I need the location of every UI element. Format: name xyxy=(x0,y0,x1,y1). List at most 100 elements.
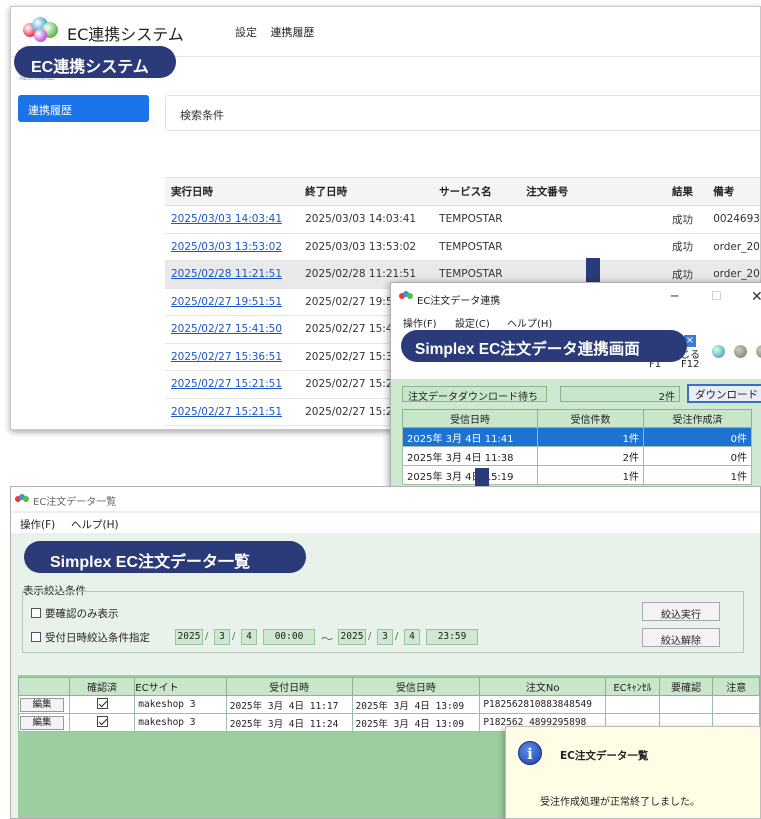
ec-order-link-window: EC注文データ連携 ─ ☐ ✕ 操作(F) 設定(C) ヘルプ(H) × じる … xyxy=(390,282,761,492)
date-sep: / xyxy=(205,631,209,642)
table-cell: 2025/03/03 14:03:41 xyxy=(299,205,434,234)
column-header: 実行日時 xyxy=(165,177,300,206)
to-time-input[interactable]: 23:59 xyxy=(426,629,478,645)
table-cell: 1件 xyxy=(537,465,644,485)
info-icon: i xyxy=(518,741,542,765)
execution-date-link[interactable]: 2025/03/03 14:03:41 xyxy=(171,213,282,225)
nav-settings[interactable]: 設定 xyxy=(235,26,257,39)
table-cell: 2025/02/27 15:36:51 xyxy=(165,343,300,371)
table-cell: 2025年 3月 4日 11:17 xyxy=(225,695,353,714)
table-cell: 0件 xyxy=(643,427,752,447)
web-nav: 設定 連携履歴 xyxy=(235,24,325,40)
dialog-title: EC注文データ一覧 xyxy=(560,750,649,762)
table-row: 2025/03/03 13:53:02 2025/03/03 13:53:02 TE… xyxy=(165,233,760,261)
table-row[interactable]: 2025年 3月 4日 11:41 1件 0件 xyxy=(402,427,752,447)
column-header: 受信日時 xyxy=(402,409,538,428)
menu-help[interactable]: ヘルプ(H) xyxy=(71,517,119,532)
to-month-input[interactable]: 3 xyxy=(377,629,393,645)
table-cell: 2025年 3月 4日 11:38 xyxy=(402,446,538,466)
empty-cell xyxy=(658,695,714,714)
status-lamp-icon xyxy=(712,345,725,358)
unconfirmed-only-checkbox[interactable]: 要確認のみ表示 xyxy=(31,606,119,621)
table-cell: makeshop 3 xyxy=(134,695,227,714)
table-cell: 2025/03/03 14:03:41 xyxy=(165,205,300,234)
table-cell: 2025年 3月 4日 11:41 xyxy=(402,427,538,447)
order-list-table: 確認済 ECサイト 受付日時 受信日時 注文No ECｷｬﾝｾﾙ 要確認 注意 編集 makes… xyxy=(18,677,760,732)
edit-button[interactable]: 編集 xyxy=(20,697,64,712)
table-row[interactable]: 2025年 3月 4日 15:19 1件 1件 xyxy=(402,465,752,485)
fkey-f12: F12 xyxy=(681,359,700,370)
from-day-input[interactable]: 4 xyxy=(241,629,257,645)
empty-cell xyxy=(605,695,660,714)
status-count: 2件 xyxy=(560,386,680,403)
empty-cell xyxy=(712,695,760,714)
column-header: 確認済 xyxy=(68,677,136,696)
confirmed-checkbox[interactable] xyxy=(96,698,108,709)
table-cell: 2025/02/27 19:51:51 xyxy=(165,288,300,316)
list-window-titlebar: EC注文データ一覧 xyxy=(11,487,760,511)
status-label: 注文データダウンロード待ち xyxy=(402,386,547,403)
confirmed-checkbox[interactable] xyxy=(96,716,108,727)
app-logo-icon xyxy=(23,17,63,43)
received-date-filter-checkbox[interactable]: 受付日時絞込条件指定 xyxy=(31,630,150,645)
table-row[interactable]: 2025年 3月 4日 11:38 2件 0件 xyxy=(402,446,752,466)
table-cell: 2025/02/27 15:41:50 xyxy=(165,315,300,344)
column-header xyxy=(18,677,70,696)
app-logo-icon xyxy=(399,291,413,299)
table-cell: 成功 xyxy=(665,205,708,234)
list-menu-bar: 操作(F) ヘルプ(H) xyxy=(11,513,760,533)
column-header: 注意 xyxy=(712,677,760,696)
filter-apply-button[interactable]: 絞込実行 xyxy=(642,602,720,621)
execution-date-link[interactable]: 2025/02/27 15:36:51 xyxy=(171,351,282,363)
minimize-icon[interactable]: ─ xyxy=(671,289,678,303)
table-cell: 0024693 xyxy=(707,205,760,234)
column-header: 注文番号 xyxy=(520,177,666,206)
execution-date-link[interactable]: 2025/02/28 11:21:51 xyxy=(171,268,282,280)
from-month-input[interactable]: 3 xyxy=(214,629,230,645)
table-cell: 2025年 3月 4日 13:09 xyxy=(351,713,481,732)
to-year-input[interactable]: 2025 xyxy=(338,629,366,645)
link-window-titlebar: EC注文データ連携 ─ ☐ ✕ xyxy=(391,283,761,311)
table-cell: 2025/03/03 13:53:02 xyxy=(299,233,434,261)
receive-table: 受信日時 受信件数 受注作成済 2025年 3月 4日 11:41 1件 0件 2025年… xyxy=(402,409,752,485)
completion-dialog: i EC注文データ一覧 受注作成処理が正常終了しました。 xyxy=(505,726,761,819)
maximize-icon[interactable]: ☐ xyxy=(711,289,722,303)
sidebar-item-history[interactable]: 連携履歴 xyxy=(18,95,149,122)
column-header: 注文No xyxy=(479,677,607,696)
link-window-title: EC注文データ連携 xyxy=(417,296,501,307)
to-day-input[interactable]: 4 xyxy=(404,629,420,645)
execution-date-link[interactable]: 2025/02/27 15:21:51 xyxy=(171,378,282,390)
table-row: 2025/03/03 14:03:41 2025/03/03 14:03:41 TE… xyxy=(165,205,760,234)
table-cell: P182562810883848549 xyxy=(479,695,607,714)
label-list-screen: Simplex EC注文データ一覧 xyxy=(24,541,306,573)
filter-clear-button[interactable]: 絞込解除 xyxy=(642,628,720,647)
table-cell: 2025/02/27 15:11:50 xyxy=(165,425,300,429)
menu-help[interactable]: ヘルプ(H) xyxy=(507,315,552,330)
execution-date-link[interactable]: 2025/02/27 19:51:51 xyxy=(171,296,282,308)
from-year-input[interactable]: 2025 xyxy=(175,629,203,645)
table-cell: 2025/02/27 15:21:51 xyxy=(165,370,300,399)
menu-operation[interactable]: 操作(F) xyxy=(20,517,55,532)
table-cell: order_20 xyxy=(707,233,760,261)
list-window-title: EC注文データ一覧 xyxy=(33,497,117,508)
label-ec-system: EC連携システム xyxy=(14,46,176,78)
table-cell: makeshop 3 xyxy=(134,713,227,732)
confirmed-cell xyxy=(68,713,136,732)
execution-date-link[interactable]: 2025/03/03 13:53:02 xyxy=(171,241,282,253)
column-header: 受信件数 xyxy=(537,409,644,428)
download-button[interactable]: ダウンロード xyxy=(687,384,761,403)
table-cell: TEMPOSTAR xyxy=(433,233,521,261)
nav-history[interactable]: 連携履歴 xyxy=(271,26,315,39)
execution-date-link[interactable]: 2025/02/27 15:21:51 xyxy=(171,406,282,418)
execution-date-link[interactable]: 2025/02/27 15:41:50 xyxy=(171,323,282,335)
from-time-input[interactable]: 00:00 xyxy=(263,629,315,645)
menu-settings[interactable]: 設定(C) xyxy=(455,315,490,330)
edit-button[interactable]: 編集 xyxy=(20,715,64,730)
column-header: 受信日時 xyxy=(351,677,481,696)
table-cell: 0件 xyxy=(643,446,752,466)
table-cell: 2025年 3月 4日 13:09 xyxy=(351,695,481,714)
close-icon[interactable]: ✕ xyxy=(751,289,761,305)
menu-operation[interactable]: 操作(F) xyxy=(403,315,437,330)
search-conditions-panel[interactable]: 検索条件 xyxy=(165,95,760,131)
link-menu-bar: 操作(F) 設定(C) ヘルプ(H) xyxy=(391,313,761,331)
